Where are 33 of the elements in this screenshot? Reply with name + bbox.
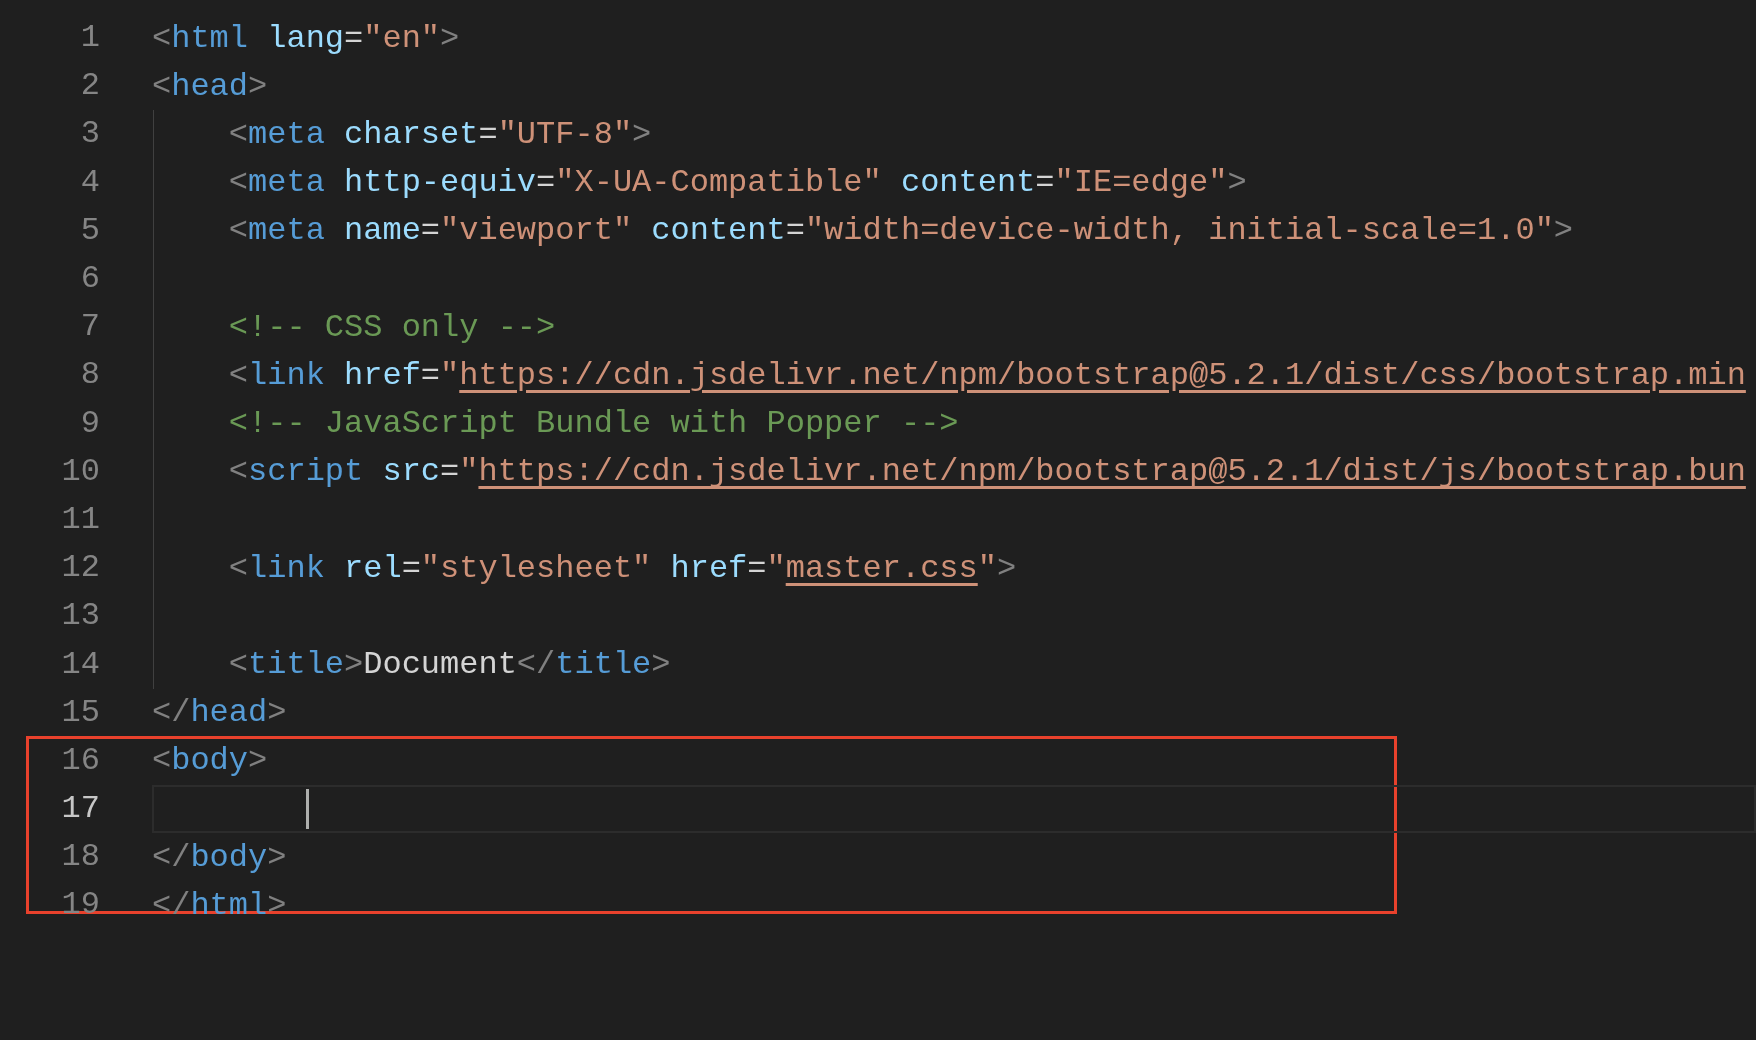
line-number: 1 [79,22,100,55]
line-number: 18 [60,841,100,874]
line-number: 4 [79,166,100,199]
code-line: </body> [152,839,287,875]
code-line: <html lang="en"> [152,20,460,56]
code-line: <meta name="viewport" content="width=device-width, initial-scale=1.0"> [227,213,1574,249]
line-number: 13 [60,600,100,633]
code-line: <head> [152,68,268,104]
code-line: <title>Document</title> [227,646,671,683]
line-number: 7 [79,311,100,344]
code-line: <script src="https://cdn.jsdelivr.net/npm/bootstrap@5.2.1/dist/js/bootstrap.bun [227,454,1746,490]
line-number: 8 [79,359,100,392]
line-number: 16 [60,744,100,777]
code-line: <meta charset="UTF-8"> [227,116,652,153]
line-number: 15 [60,696,100,729]
code-line: <!-- JavaScript Bundle with Popper --> [227,406,959,442]
line-number: 3 [79,118,100,151]
code-line: </head> [152,695,287,731]
line-number: 14 [60,648,100,681]
code-line: <link rel="stylesheet" href="master.css"> [227,550,1017,586]
code-line: <body> [152,743,268,779]
line-number: 6 [79,263,100,296]
text-cursor [306,789,309,830]
line-number: 5 [79,214,100,247]
line-number: 2 [79,70,100,103]
line-number: 17 [60,793,100,826]
line-number: 10 [60,455,100,488]
line-number: 11 [60,503,100,536]
line-number: 9 [79,407,100,440]
code-line: <meta http-equiv="X-UA-Compatible" content="IE=edge"> [227,165,1247,201]
code-line: <link href="https://cdn.jsdelivr.net/npm/bootstrap@5.2.1/dist/css/bootstrap.min [227,357,1746,393]
line-number: 12 [60,552,100,585]
code-line: <!-- CSS only --> [227,309,556,345]
